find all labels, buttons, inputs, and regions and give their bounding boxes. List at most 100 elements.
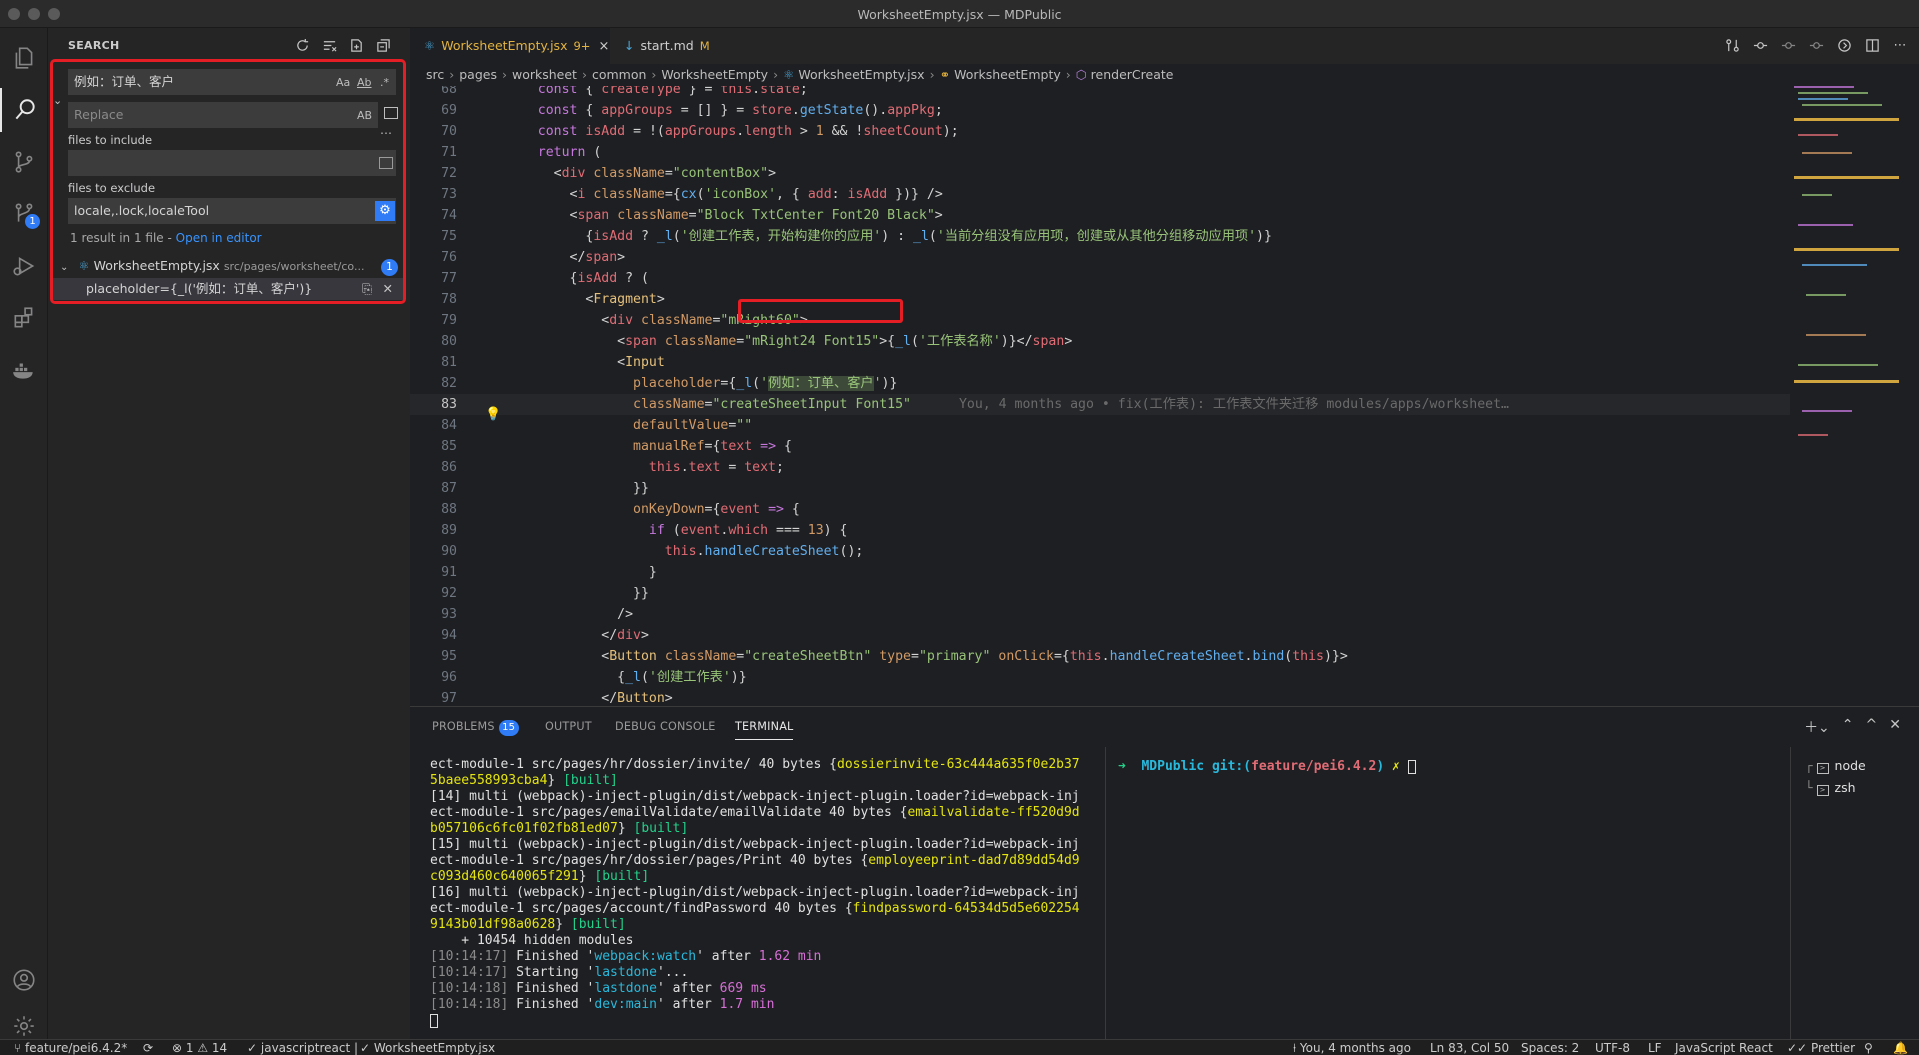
terminal-output[interactable]: ect-module-1 src/pages/hr/dossier/invite… (430, 757, 1120, 1029)
replace-match-icon[interactable]: ⎘ (362, 278, 372, 300)
toggle-details-icon[interactable]: ⋯ (380, 126, 392, 140)
title-bar: WorksheetEmpty.jsx — MDPublic (0, 0, 1919, 28)
split-editor-icon[interactable] (1863, 36, 1881, 54)
tab-debug-console[interactable]: DEBUG CONSOLE (615, 720, 716, 733)
breadcrumb-item[interactable]: WorksheetEmpty (954, 67, 1061, 82)
status-eol[interactable]: LF (1648, 1040, 1662, 1055)
tab-start-md[interactable]: ↓ start.md M (610, 28, 730, 64)
tab-close-icon[interactable]: × (598, 39, 609, 54)
terminal-split-divider[interactable] (1105, 747, 1106, 1040)
tab-output[interactable]: OUTPUT (545, 720, 592, 733)
close-panel-icon[interactable]: ✕ (1889, 717, 1901, 737)
editor-tabs: ⚛ WorksheetEmpty.jsx 9+ × ↓ start.md M ⋯ (410, 28, 1919, 64)
new-search-editor-icon[interactable] (347, 36, 365, 54)
code-line: 87 }} (441, 481, 649, 496)
code-line: 93 /> (441, 607, 634, 622)
refresh-icon[interactable] (293, 36, 311, 54)
check-double-icon: ✓✓ (1787, 1041, 1811, 1055)
extensions-icon[interactable] (0, 296, 48, 340)
sync-icon[interactable]: ⟳ (143, 1040, 153, 1055)
terminal-item-node[interactable]: ┌ > node (1805, 755, 1866, 777)
new-terminal-icon[interactable]: ＋⌄ (1804, 717, 1830, 737)
kill-terminal-icon[interactable]: ⌃ (1842, 717, 1854, 737)
replace-input[interactable]: Replace (68, 102, 378, 128)
git-graph-icon[interactable]: 1 (0, 192, 48, 236)
explorer-icon[interactable] (0, 36, 48, 80)
zsh-terminal[interactable]: ➜ MDPublic git:(feature/pei6.4.2) ✗ (1118, 759, 1416, 774)
collapse-all-icon[interactable] (374, 36, 392, 54)
lightbulb-icon[interactable]: 💡 (485, 407, 501, 422)
breadcrumb-item[interactable]: src (426, 67, 444, 82)
regex-icon[interactable]: .* (380, 76, 389, 89)
status-language[interactable]: JavaScript React (1675, 1040, 1773, 1055)
search-icon[interactable] (0, 88, 48, 132)
search-match-row[interactable]: placeholder={_l('例如：订单、客户')} ⎘ ✕ (53, 278, 403, 300)
notifications-bell-icon[interactable]: 🔔 (1893, 1040, 1908, 1055)
code-editor[interactable]: 68 const { createType } = this.state; 69… (410, 86, 1790, 706)
status-blame[interactable]: ⍿ You, 4 months ago (1293, 1040, 1411, 1055)
result-count-badge: 1 (381, 259, 398, 276)
terminal-cursor (430, 1013, 438, 1028)
code-line: 92 }} (441, 586, 649, 601)
docker-icon[interactable] (0, 348, 48, 392)
more-actions-icon[interactable]: ⋯ (1891, 36, 1909, 54)
breadcrumb-item[interactable]: pages (459, 67, 497, 82)
toggle-replace-chevron-icon[interactable]: ⌄ (53, 94, 62, 107)
code-line: 85 manualRef={text => { (441, 439, 792, 454)
tab-terminal[interactable]: TERMINAL (735, 720, 794, 740)
preserve-case-icon[interactable]: AB (357, 109, 372, 122)
breadcrumb-item[interactable]: common (592, 67, 646, 82)
terminal-list: ┌ > node └ > zsh (1805, 755, 1866, 799)
status-file[interactable]: ✓ WorksheetEmpty.jsx (360, 1040, 495, 1055)
use-exclude-settings-gear-icon[interactable]: ⚙ (375, 201, 395, 221)
maximize-panel-icon[interactable]: ^ (1866, 717, 1878, 737)
git-branch-icon: ⑂ (14, 1041, 26, 1055)
dismiss-match-close-icon[interactable]: ✕ (383, 278, 393, 300)
feedback-icon[interactable]: ⚲ (1864, 1040, 1873, 1055)
code-line: 76 </span> (441, 250, 626, 265)
minimap[interactable] (1790, 64, 1910, 704)
breadcrumb-item[interactable]: WorksheetEmpty.jsx (798, 67, 924, 82)
git-commit-icon[interactable] (1751, 36, 1769, 54)
code-line: 91 } (441, 565, 657, 580)
compare-changes-icon[interactable] (1723, 36, 1741, 54)
status-indent[interactable]: Spaces: 2 (1521, 1040, 1579, 1055)
clear-results-icon[interactable] (320, 36, 338, 54)
open-editors-only-icon[interactable] (379, 157, 393, 169)
files-to-exclude-input[interactable]: locale,.lock,localeTool (68, 198, 396, 224)
tab-worksheetempty[interactable]: ⚛ WorksheetEmpty.jsx 9+ × (410, 28, 610, 64)
match-text: placeholder={_l('例如：订单、客户')} (86, 281, 313, 296)
search-result-file[interactable]: ⌄ ⚛ WorksheetEmpty.jsx src/pages/workshe… (60, 258, 400, 278)
status-position[interactable]: Ln 83, Col 50 (1430, 1040, 1509, 1055)
match-case-icon[interactable]: Aa (336, 76, 350, 89)
terminal-item-zsh[interactable]: └ > zsh (1805, 777, 1866, 799)
check-icon: ✓ (247, 1041, 261, 1055)
status-encoding[interactable]: UTF-8 (1595, 1040, 1630, 1055)
scm-badge: 1 (25, 214, 40, 229)
match-whole-word-icon[interactable]: Ab (357, 76, 372, 89)
tab-problems[interactable]: PROBLEMS 15 (432, 720, 519, 736)
code-line: 72 <div className="contentBox"> (441, 166, 777, 181)
activity-bar: 1 (0, 28, 48, 1039)
breadcrumb-item[interactable]: worksheet (512, 67, 577, 82)
result-collapse-chevron-icon[interactable]: ⌄ (60, 262, 68, 273)
status-problems[interactable]: ⊗ 1 ⚠ 14 (172, 1040, 227, 1055)
source-control-icon[interactable] (0, 140, 48, 184)
breadcrumb-item[interactable]: renderCreate (1091, 67, 1174, 82)
status-branch[interactable]: ⑂ feature/pei6.4.2* (14, 1040, 127, 1055)
replace-all-icon[interactable] (384, 107, 398, 119)
files-to-include-label: files to include (68, 133, 153, 147)
open-in-editor-link[interactable]: Open in editor (176, 231, 262, 245)
bottom-panel: PROBLEMS 15 OUTPUT DEBUG CONSOLE TERMINAL… (410, 706, 1919, 1040)
run-debug-icon[interactable] (0, 244, 48, 288)
run-icon[interactable] (1835, 36, 1853, 54)
search-summary: 1 result in 1 file - Open in editor (70, 231, 262, 245)
previous-change-icon[interactable] (1779, 36, 1797, 54)
status-prettier[interactable]: ✓✓ Prettier (1787, 1040, 1855, 1055)
next-change-icon[interactable] (1807, 36, 1825, 54)
files-to-include-input[interactable] (68, 150, 396, 176)
status-lang-check[interactable]: ✓ javascriptreact | (247, 1040, 358, 1055)
breadcrumb-item[interactable]: WorksheetEmpty (661, 67, 768, 82)
editor-scrollbar[interactable] (1910, 86, 1919, 704)
accounts-icon[interactable] (0, 958, 48, 1002)
